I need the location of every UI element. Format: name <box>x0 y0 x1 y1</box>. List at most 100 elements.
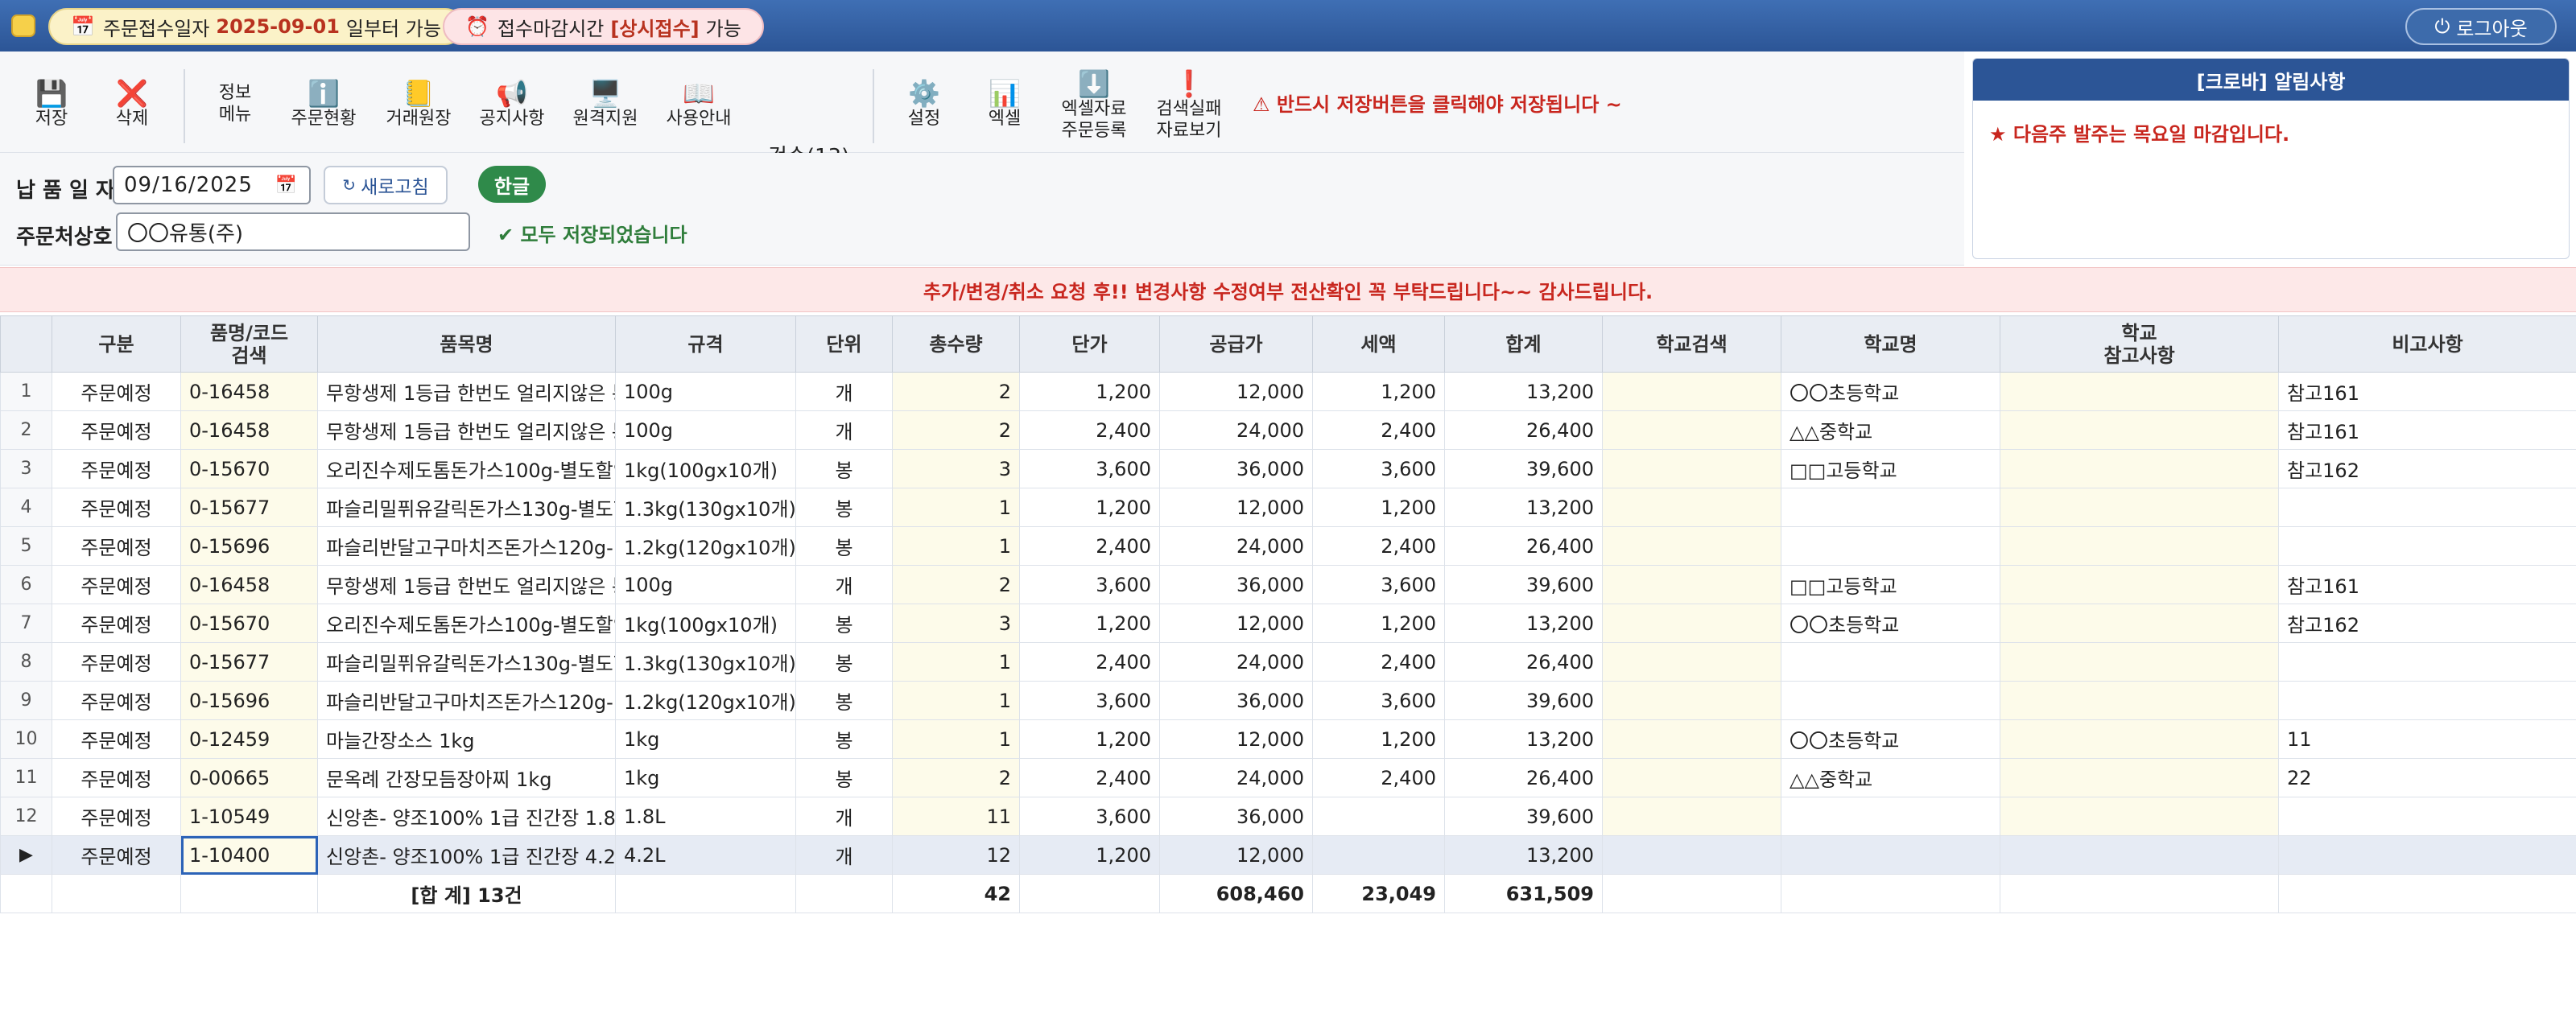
cell-total[interactable]: 39,600 <box>1444 565 1603 604</box>
cell-school-note[interactable] <box>2000 758 2279 797</box>
cell-remark[interactable]: 참고161 <box>2278 372 2576 411</box>
table-row[interactable]: 6 주문예정 0-16458 무항생제 1등급 한번도 얼리지않은 통닭 100… <box>0 565 2576 604</box>
cell-total[interactable]: 39,600 <box>1444 797 1603 836</box>
cell-spec[interactable]: 1.2kg(120gx10개) <box>615 526 796 566</box>
cell-school-search[interactable] <box>1602 604 1781 643</box>
cell-school-note[interactable] <box>2000 526 2279 566</box>
cell-supply-price[interactable]: 36,000 <box>1159 681 1313 720</box>
cell-school-name[interactable] <box>1781 526 2000 566</box>
cell-unit-price[interactable]: 1,200 <box>1019 372 1160 411</box>
refresh-button[interactable]: ↻ 새로고침 <box>324 166 448 204</box>
table-row[interactable]: 1 주문예정 0-16458 무항생제 1등급 한번도 얼리지않은 통닭 100… <box>0 372 2576 411</box>
header-school-name[interactable]: 학교명 <box>1781 315 2000 373</box>
cell-tax[interactable]: 2,400 <box>1312 526 1445 566</box>
cell-type[interactable]: 주문예정 <box>52 565 181 604</box>
cell-total[interactable]: 13,200 <box>1444 372 1603 411</box>
excel-order-import-button[interactable]: ⬇️ 엑셀자료 주문등록 <box>1056 69 1132 142</box>
cell-unit-price[interactable]: 2,400 <box>1019 410 1160 450</box>
header-code-search[interactable]: 품명/코드 검색 <box>180 315 318 373</box>
cell-remark[interactable]: 참고162 <box>2278 449 2576 488</box>
cell-school-note[interactable] <box>2000 372 2279 411</box>
cell-tax[interactable]: 1,200 <box>1312 604 1445 643</box>
cell-code[interactable]: 0-16458 <box>180 410 318 450</box>
cell-unit-price[interactable]: 1,200 <box>1019 604 1160 643</box>
cell-unit[interactable]: 봉 <box>795 719 893 759</box>
delete-button[interactable]: ❌ 삭제 <box>113 79 151 151</box>
cell-quantity[interactable]: 1 <box>892 681 1020 720</box>
cell-school-search[interactable] <box>1602 681 1781 720</box>
table-row[interactable]: 12 주문예정 1-10549 신앙촌- 양조100% 1급 진간장 1.8L … <box>0 797 2576 836</box>
cell-unit-price[interactable]: 3,600 <box>1019 449 1160 488</box>
cell-tax[interactable]: 2,400 <box>1312 410 1445 450</box>
cell-total[interactable]: 26,400 <box>1444 642 1603 682</box>
cell-school-search[interactable] <box>1602 758 1781 797</box>
cell-school-note[interactable] <box>2000 449 2279 488</box>
table-row[interactable]: 10 주문예정 0-12459 마늘간장소스 1kg 1kg 봉 1 1,200… <box>0 719 2576 759</box>
cell-total[interactable]: 13,200 <box>1444 488 1603 527</box>
cell-code[interactable]: 0-15670 <box>180 604 318 643</box>
cell-code[interactable]: 0-15670 <box>180 449 318 488</box>
cell-tax[interactable]: 1,200 <box>1312 719 1445 759</box>
cell-quantity[interactable]: 2 <box>892 372 1020 411</box>
cell-school-note[interactable] <box>2000 835 2279 875</box>
cell-tax[interactable]: 3,600 <box>1312 565 1445 604</box>
cell-total[interactable]: 39,600 <box>1444 449 1603 488</box>
cell-school-note[interactable] <box>2000 642 2279 682</box>
cell-remark[interactable]: 참고162 <box>2278 604 2576 643</box>
table-row[interactable]: 7 주문예정 0-15670 오리진수제도톰돈가스100g-별도할인 1kg(1… <box>0 604 2576 643</box>
header-remark[interactable]: 비고사항 <box>2278 315 2576 373</box>
cell-tax[interactable]: 2,400 <box>1312 642 1445 682</box>
cell-unit[interactable]: 봉 <box>795 642 893 682</box>
cell-spec[interactable]: 1.2kg(120gx10개) <box>615 681 796 720</box>
cell-remark[interactable]: 참고161 <box>2278 565 2576 604</box>
cell-spec[interactable]: 1kg(100gx10개) <box>615 449 796 488</box>
cell-unit[interactable]: 봉 <box>795 526 893 566</box>
settings-button[interactable]: ⚙️ 설정 <box>906 79 942 151</box>
cell-unit-price[interactable]: 2,400 <box>1019 642 1160 682</box>
cell-school-note[interactable] <box>2000 488 2279 527</box>
cell-school-name[interactable] <box>1781 681 2000 720</box>
cell-school-name[interactable]: 〇〇초등학교 <box>1781 719 2000 759</box>
notice-button[interactable]: 📢 공지사항 <box>475 79 549 151</box>
cell-school-note[interactable] <box>2000 410 2279 450</box>
cell-unit[interactable]: 봉 <box>795 488 893 527</box>
cell-item-name[interactable]: 신앙촌- 양조100% 1급 진간장 4.2L <box>317 835 616 875</box>
cell-total[interactable]: 13,200 <box>1444 719 1603 759</box>
table-row[interactable]: 11 주문예정 0-00665 문옥례 간장모듬장아찌 1kg 1kg 봉 2 … <box>0 758 2576 797</box>
cell-spec[interactable]: 4.2L <box>615 835 796 875</box>
cell-school-name[interactable] <box>1781 488 2000 527</box>
cell-school-search[interactable] <box>1602 642 1781 682</box>
cell-code[interactable]: 0-15677 <box>180 642 318 682</box>
info-menu-button[interactable]: 정보 메뉴 <box>211 82 259 154</box>
header-unit-price[interactable]: 단가 <box>1019 315 1160 373</box>
cell-school-note[interactable] <box>2000 681 2279 720</box>
cell-spec[interactable]: 1kg <box>615 758 796 797</box>
table-row[interactable]: 9 주문예정 0-15696 파슬리반달고구마치즈돈가스120g-별도할인 1.… <box>0 681 2576 720</box>
cell-type[interactable]: 주문예정 <box>52 604 181 643</box>
header-school-search[interactable]: 학교검색 <box>1602 315 1781 373</box>
cell-item-name[interactable]: 파슬리반달고구마치즈돈가스120g-별도할인 <box>317 681 616 720</box>
cell-quantity[interactable]: 1 <box>892 526 1020 566</box>
cell-quantity[interactable]: 2 <box>892 758 1020 797</box>
cell-tax[interactable]: 3,600 <box>1312 449 1445 488</box>
cell-code[interactable]: 0-12459 <box>180 719 318 759</box>
cell-type[interactable]: 주문예정 <box>52 719 181 759</box>
cell-quantity[interactable]: 1 <box>892 719 1020 759</box>
header-spec[interactable]: 규격 <box>615 315 796 373</box>
logout-button[interactable]: ⏻ 로그아웃 <box>2405 8 2557 45</box>
cell-school-note[interactable] <box>2000 797 2279 836</box>
cell-school-search[interactable] <box>1602 372 1781 411</box>
cell-school-search[interactable] <box>1602 410 1781 450</box>
cell-spec[interactable]: 1kg <box>615 719 796 759</box>
user-guide-button[interactable]: 📖 사용안내 <box>662 79 736 151</box>
cell-supply-price[interactable]: 36,000 <box>1159 449 1313 488</box>
cell-supply-price[interactable]: 24,000 <box>1159 410 1313 450</box>
cell-item-name[interactable]: 마늘간장소스 1kg <box>317 719 616 759</box>
cell-school-search[interactable] <box>1602 719 1781 759</box>
header-supply-price[interactable]: 공급가 <box>1159 315 1313 373</box>
cell-tax[interactable]: 2,400 <box>1312 758 1445 797</box>
cell-supply-price[interactable]: 12,000 <box>1159 604 1313 643</box>
cell-remark[interactable] <box>2278 835 2576 875</box>
cell-unit[interactable]: 개 <box>795 372 893 411</box>
cell-code[interactable]: 0-00665 <box>180 758 318 797</box>
